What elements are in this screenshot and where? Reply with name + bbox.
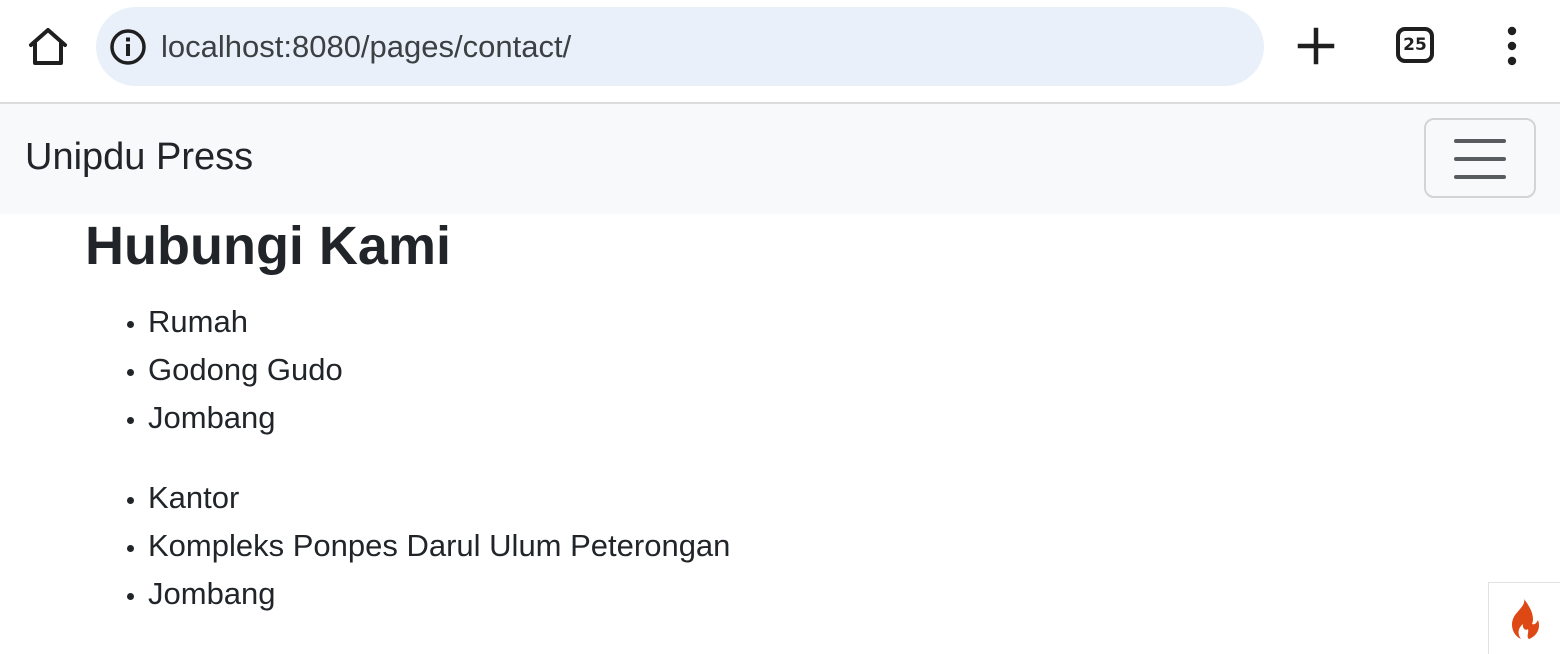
page-title: Hubungi Kami	[85, 216, 451, 276]
navbar-brand[interactable]: Unipdu Press	[25, 134, 253, 180]
hamburger-icon	[1454, 139, 1506, 179]
browser-toolbar: localhost:8080/pages/contact/ 25	[0, 0, 1560, 104]
list-item: Rumah	[148, 298, 343, 346]
info-icon[interactable]	[108, 27, 148, 67]
list-item: Kompleks Ponpes Darul Ulum Peterongan	[148, 522, 730, 570]
plus-icon	[1297, 27, 1335, 65]
url-path: :8080/pages/contact/	[283, 29, 572, 64]
more-vert-icon	[1507, 26, 1517, 66]
list-item: Kantor	[148, 474, 730, 522]
url-text[interactable]: localhost:8080/pages/contact/	[161, 27, 571, 67]
home-icon	[29, 28, 67, 65]
browser-menu-button[interactable]	[1496, 26, 1528, 68]
flame-icon	[1511, 599, 1539, 639]
list-item: Godong Gudo	[148, 346, 343, 394]
office-address-list: Kantor Kompleks Ponpes Darul Ulum Petero…	[148, 474, 730, 618]
tab-switcher-button[interactable]: 25	[1396, 27, 1434, 63]
list-item: Jombang	[148, 570, 730, 618]
debug-toolbar-button[interactable]	[1488, 582, 1560, 654]
navbar-toggler-button[interactable]	[1424, 118, 1536, 198]
url-host: localhost	[161, 29, 284, 64]
home-button[interactable]	[22, 21, 74, 73]
new-tab-button[interactable]	[1294, 24, 1338, 68]
home-address-list: Rumah Godong Gudo Jombang	[148, 298, 343, 442]
list-item: Jombang	[148, 394, 343, 442]
